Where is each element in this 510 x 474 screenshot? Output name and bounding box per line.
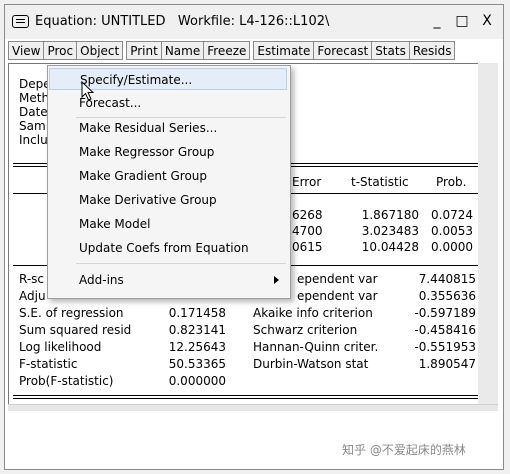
- header-line: Meth: [19, 91, 50, 105]
- submenu-arrow-icon: [274, 276, 279, 284]
- stats-button[interactable]: Stats: [371, 41, 410, 60]
- stat-value: 1.890547: [418, 357, 476, 371]
- stat-value: 12.25643: [168, 340, 226, 354]
- stat-label: Prob(F-statistic): [19, 374, 114, 388]
- table-rule-bottom-double: [13, 398, 479, 399]
- menu-item-make-residual-series[interactable]: Make Residual Series...: [49, 117, 287, 139]
- equation-window: Equation: UNTITLED Workfile: L4-126::L10…: [4, 4, 504, 470]
- menu-item-add-ins-label: Add-ins: [79, 273, 124, 287]
- col-header-t-statistic: t-Statistic: [351, 175, 409, 189]
- coef-prob: 0.0053: [431, 224, 473, 238]
- stat-value: 7.440815: [418, 272, 476, 286]
- horizontal-scrollbar[interactable]: [8, 404, 498, 411]
- stat-value: -0.458416: [414, 323, 476, 337]
- minimize-button[interactable]: _: [427, 11, 447, 31]
- stat-value: -0.551953: [414, 340, 476, 354]
- stat-label: Schwarz criterion: [253, 323, 358, 337]
- equation-title: Equation: UNTITLED: [35, 14, 166, 29]
- proc-button[interactable]: Proc: [43, 41, 78, 60]
- vertical-scrollbar[interactable]: [478, 63, 498, 405]
- menu-item-make-derivative-group[interactable]: Make Derivative Group: [49, 189, 287, 211]
- coef-prob: 0.0000: [431, 240, 473, 254]
- coef-prob: 0.0724: [431, 208, 473, 222]
- menu-separator: [76, 263, 286, 264]
- mouse-cursor-icon: [81, 81, 94, 101]
- view-button[interactable]: View: [8, 41, 45, 60]
- header-line: Inclu: [19, 133, 48, 147]
- menu-item-make-model[interactable]: Make Model: [49, 213, 287, 235]
- menu-item-add-ins[interactable]: Add-ins: [49, 269, 287, 291]
- stat-label: Akaike info criterion: [253, 306, 373, 320]
- stat-value: 0.355636: [418, 289, 476, 303]
- workfile-label: Workfile: L4-126::L102\: [177, 14, 330, 29]
- resids-button[interactable]: Resids: [408, 41, 456, 60]
- stat-label: Hannan-Quinn criter.: [253, 340, 379, 354]
- stat-label: Sum squared resid: [19, 323, 132, 337]
- title-bar[interactable]: Equation: UNTITLED Workfile: L4-126::L10…: [5, 5, 503, 39]
- stat-label: R-sc: [19, 272, 45, 286]
- stat-label: F-statistic: [19, 357, 78, 371]
- header-line: Date: [19, 105, 48, 119]
- print-button[interactable]: Print: [126, 41, 162, 60]
- stat-label: ependent var: [297, 289, 378, 303]
- freeze-button[interactable]: Freeze: [203, 41, 251, 60]
- close-button[interactable]: X: [477, 11, 497, 31]
- stat-value: 0.000000: [168, 374, 226, 388]
- col-header-std-error: Error: [292, 175, 322, 189]
- header-line: Depe: [19, 77, 51, 91]
- coef-std-error: 0615: [292, 240, 323, 254]
- window-title: Equation: UNTITLED Workfile: L4-126::L10…: [35, 14, 329, 29]
- forecast-button[interactable]: Forecast: [313, 41, 373, 60]
- stat-label: ependent var: [297, 272, 378, 286]
- stat-value: 0.171458: [168, 306, 226, 320]
- stat-value: 0.823141: [168, 323, 226, 337]
- estimate-button[interactable]: Estimate: [253, 41, 315, 60]
- window-menu-icon[interactable]: [12, 15, 29, 28]
- name-button[interactable]: Name: [160, 41, 205, 60]
- stat-label: Adju: [19, 289, 46, 303]
- header-line: Sam: [19, 119, 46, 133]
- object-button[interactable]: Object: [76, 41, 124, 60]
- col-header-prob: Prob.: [436, 175, 467, 189]
- table-rule-bottom: [13, 395, 479, 396]
- stat-value: -0.597189: [414, 306, 476, 320]
- stat-label: Log likelihood: [19, 340, 102, 354]
- watermark: 知乎 @不爱起床的燕林: [342, 443, 466, 457]
- menu-item-make-gradient-group[interactable]: Make Gradient Group: [49, 165, 287, 187]
- stat-label: S.E. of regression: [19, 306, 124, 320]
- menu-item-update-coefs[interactable]: Update Coefs from Equation: [49, 237, 287, 259]
- stat-value: 50.53365: [168, 357, 226, 371]
- maximize-button[interactable]: □: [452, 11, 472, 31]
- menu-item-make-regressor-group[interactable]: Make Regressor Group: [49, 141, 287, 163]
- toolbar: View Proc Object Print Name Freeze Estimate For…: [8, 41, 456, 60]
- stat-label: Durbin-Watson stat: [253, 357, 369, 371]
- coef-std-error: 6268: [292, 208, 323, 222]
- coef-std-error: 4700: [292, 224, 323, 238]
